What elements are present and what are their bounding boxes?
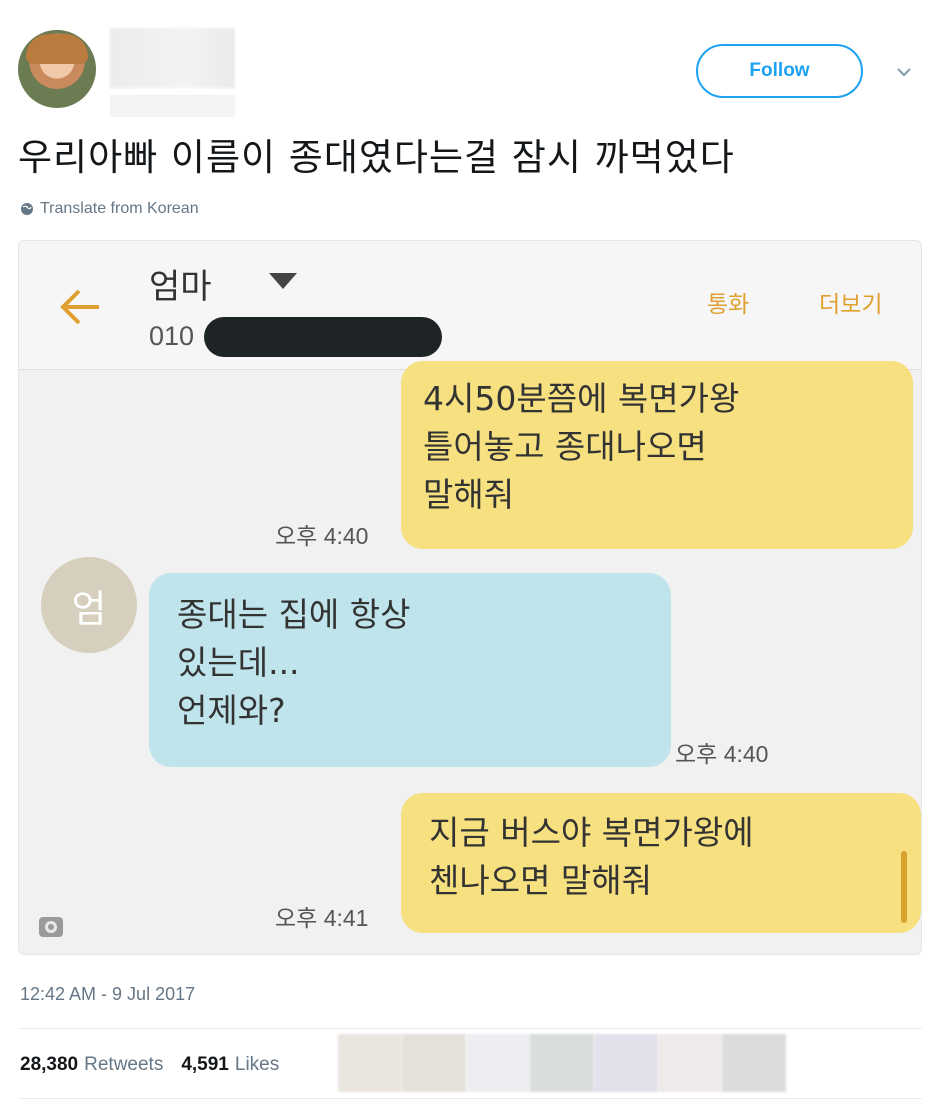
author-handle-redacted: [110, 95, 235, 117]
tweet-stats: 28,380 Retweets 4,591 Likes: [20, 1054, 279, 1076]
likes-count: 4,591: [181, 1054, 229, 1075]
author-name-redacted[interactable]: [110, 28, 235, 88]
retweets-count: 28,380: [20, 1054, 79, 1075]
message-time: 오후 4:41: [275, 905, 369, 931]
camera-icon[interactable]: [37, 913, 65, 941]
message-time: 오후 4:40: [675, 741, 769, 767]
more-button[interactable]: 더보기: [819, 285, 882, 319]
message-bubble-sent: 4시50분쯤에 복면가왕 틀어놓고 종대나오면 말해줘: [401, 361, 913, 549]
call-button[interactable]: 통화: [707, 285, 749, 319]
retweets-stat[interactable]: 28,380 Retweets: [20, 1054, 163, 1076]
divider: [18, 1098, 922, 1099]
back-arrow-icon[interactable]: [55, 281, 107, 333]
contact-number-prefix: 010: [149, 321, 195, 351]
tweet-text: 우리아빠 이름이 종대였다는걸 잠시 까먹었다: [18, 136, 735, 179]
author-avatar[interactable]: [18, 30, 96, 108]
contact-name[interactable]: 엄마: [149, 259, 212, 308]
message-time: 오후 4:40: [275, 523, 369, 549]
translate-label[interactable]: Translate from Korean: [40, 200, 199, 218]
tweet-timestamp[interactable]: 12:42 AM - 9 Jul 2017: [20, 984, 195, 1005]
message-bubble-sent: 지금 버스야 복면가왕에 첸나오면 말해줘: [401, 793, 921, 933]
retweets-label: Retweets: [84, 1054, 164, 1075]
chevron-down-icon[interactable]: [892, 60, 916, 84]
chat-screenshot[interactable]: 엄마 010 통화 더보기 4시50분쯤에 복면가왕 틀어놓고 종대나오면 말해…: [18, 240, 922, 955]
divider: [18, 1028, 922, 1029]
follow-button[interactable]: Follow: [696, 44, 863, 98]
contact-avatar-initial: 엄: [71, 586, 107, 631]
translate-link[interactable]: Translate from Korean: [20, 200, 199, 218]
likes-label: Likes: [234, 1054, 280, 1075]
contact-avatar[interactable]: 엄: [41, 557, 137, 653]
dropdown-triangle-icon[interactable]: [269, 273, 297, 289]
bubble-edge-decoration: [901, 851, 907, 923]
likes-stat[interactable]: 4,591 Likes: [181, 1054, 279, 1076]
message-bubble-received: 종대는 집에 항상 있는데... 언제와?: [149, 573, 671, 767]
number-redaction: [204, 317, 442, 357]
liker-avatars-redacted[interactable]: [338, 1034, 786, 1092]
globe-icon: [21, 203, 33, 215]
chat-header: 엄마 010 통화 더보기: [19, 241, 921, 370]
